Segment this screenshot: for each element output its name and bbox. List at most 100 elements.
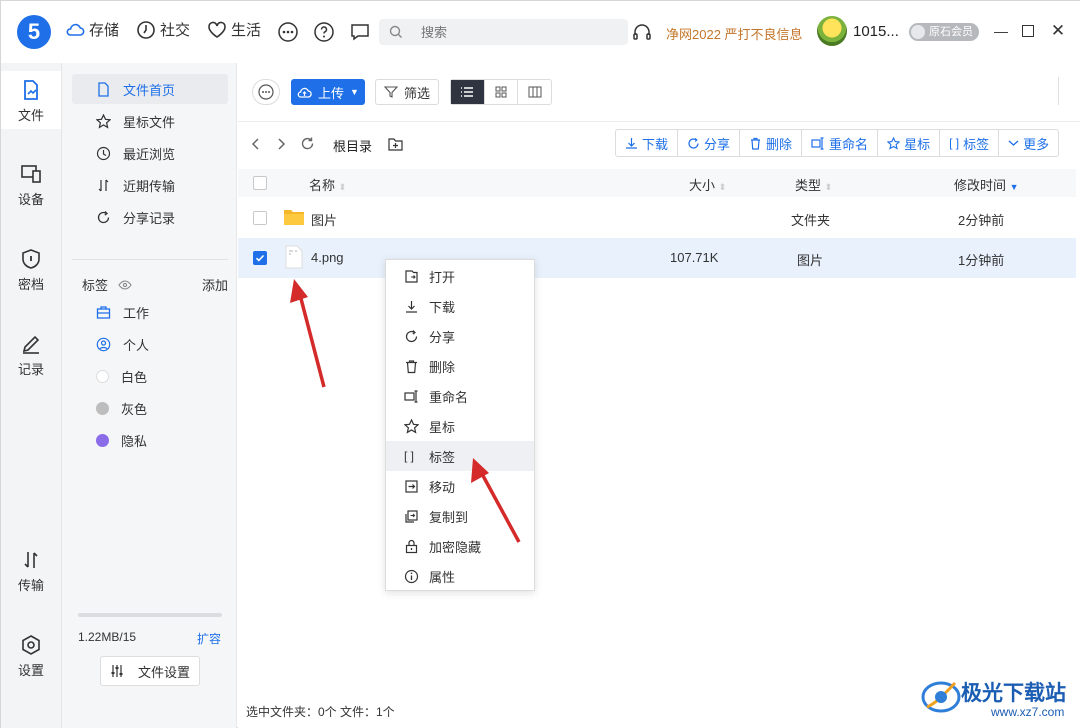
table-row[interactable]: 图片 文件夹 2分钟前: [238, 198, 1076, 238]
col-type[interactable]: 类型 ⬍: [795, 175, 832, 194]
sort-icon: ⬍: [338, 182, 347, 192]
menu-item-download[interactable]: 下载: [386, 291, 534, 321]
tag-label: 白色: [121, 369, 148, 385]
download-button[interactable]: 下载: [616, 130, 679, 156]
move-icon: [405, 479, 418, 493]
share-icon: [688, 137, 699, 149]
doc-icon: [98, 81, 109, 97]
avatar[interactable]: [817, 16, 847, 46]
nav-row: 根目录 下载 分享 删除 重命名 星标 [ ] 标签 更多: [238, 129, 1080, 159]
sort-desc-icon: ▼: [1009, 182, 1019, 192]
refresh-icon[interactable]: [300, 136, 315, 151]
storage-bar: [78, 613, 222, 617]
file-name[interactable]: 4.png: [311, 250, 344, 265]
file-settings-button[interactable]: 文件设置: [100, 656, 200, 686]
star-icon: [887, 136, 901, 150]
tag-button[interactable]: [ ] 标签: [940, 130, 1000, 156]
upload-button[interactable]: 上传 ▼: [291, 79, 365, 105]
rail-item-vault[interactable]: 密档: [1, 248, 61, 293]
file-name[interactable]: 图片: [311, 210, 337, 229]
sidebar-item-starred[interactable]: 星标文件: [72, 106, 228, 136]
sidebar-item-recent[interactable]: 最近浏览: [72, 138, 228, 168]
more-options-button[interactable]: [252, 79, 280, 105]
table-row[interactable]: 4.png 107.71K 图片 1分钟前: [238, 238, 1076, 278]
tag-label: 隐私: [121, 433, 148, 449]
search-input[interactable]: [421, 24, 601, 40]
row-checkbox[interactable]: [253, 211, 267, 225]
column-view-icon[interactable]: [518, 80, 551, 104]
copy-icon: [405, 509, 418, 523]
search-box[interactable]: [379, 19, 628, 45]
close-icon[interactable]: ✕: [1050, 22, 1066, 39]
menu-item-delete[interactable]: 删除: [386, 351, 534, 381]
back-icon[interactable]: [250, 137, 262, 151]
col-size[interactable]: 大小 ⬍: [689, 175, 726, 194]
new-folder-icon[interactable]: [388, 137, 403, 151]
rename-icon: [404, 389, 418, 403]
delete-button[interactable]: 删除: [740, 130, 803, 156]
action-label: 标签: [963, 136, 990, 152]
col-size-label: 大小: [689, 178, 716, 193]
select-all-checkbox[interactable]: [253, 176, 267, 190]
menu-item-properties[interactable]: 属性: [386, 561, 534, 591]
rail-item-notes[interactable]: 记录: [1, 333, 61, 378]
minimize-icon[interactable]: —: [993, 23, 1009, 39]
nav-social[interactable]: 社交: [136, 19, 190, 40]
menu-item-open[interactable]: 打开: [386, 261, 534, 291]
headset-icon[interactable]: [631, 21, 653, 43]
app-logo[interactable]: 5: [17, 15, 51, 49]
menu-item-label: 复制到: [429, 509, 469, 525]
menu-item-rename[interactable]: 重命名: [386, 381, 534, 411]
menu-item-label: 下载: [429, 299, 456, 315]
star-button[interactable]: 星标: [878, 130, 941, 156]
eye-icon[interactable]: [118, 279, 132, 290]
rail-item-settings[interactable]: 设置: [1, 634, 61, 679]
filter-label: 筛选: [403, 85, 430, 101]
tag-gray[interactable]: 灰色: [72, 393, 228, 423]
expand-storage-link[interactable]: 扩容: [197, 630, 221, 647]
list-view-icon[interactable]: [451, 80, 485, 104]
nav-storage[interactable]: 存储: [65, 19, 119, 40]
menu-item-star[interactable]: 星标: [386, 411, 534, 441]
file-modified: 2分钟前: [958, 213, 1005, 228]
sidebar-item-home[interactable]: 文件首页: [72, 74, 228, 104]
rail-label: 记录: [17, 362, 44, 377]
tag-work[interactable]: 工作: [72, 297, 228, 327]
help-icon[interactable]: [313, 21, 335, 43]
tag-personal[interactable]: 个人: [72, 329, 228, 359]
share-button[interactable]: 分享: [678, 130, 741, 156]
sort-icon: ⬍: [824, 182, 833, 192]
image-file-icon: [285, 245, 303, 269]
tags-add-button[interactable]: 添加: [202, 275, 228, 294]
check-icon: [255, 254, 265, 262]
upload-label: 上传: [318, 85, 345, 101]
grid-view-icon[interactable]: [485, 80, 519, 104]
filter-button[interactable]: 筛选: [375, 79, 439, 105]
sidebar-item-shares[interactable]: 分享记录: [72, 202, 228, 232]
tag-private[interactable]: 隐私: [72, 425, 228, 455]
promo-banner[interactable]: 净网2022 严打不良信息: [666, 24, 803, 43]
forward-icon[interactable]: [275, 137, 287, 151]
row-checkbox[interactable]: [253, 251, 267, 265]
nav-life[interactable]: 生活: [207, 19, 261, 40]
col-type-label: 类型: [795, 178, 822, 193]
tag-white[interactable]: 白色: [72, 361, 228, 391]
rail-item-files[interactable]: 文件: [1, 71, 61, 129]
more-button[interactable]: 更多: [999, 130, 1058, 156]
username[interactable]: 1015...: [853, 23, 899, 40]
more-icon[interactable]: [277, 21, 299, 43]
rail-item-devices[interactable]: 设备: [1, 163, 61, 208]
vip-badge[interactable]: 原石会员: [909, 23, 979, 41]
breadcrumb[interactable]: 根目录: [333, 136, 372, 155]
sidebar-item-transfers[interactable]: 近期传输: [72, 170, 228, 200]
message-icon[interactable]: [349, 21, 371, 43]
col-modified[interactable]: 修改时间 ▼: [954, 175, 1019, 194]
cloud-icon: [66, 23, 85, 36]
maximize-icon[interactable]: [1022, 25, 1034, 37]
rename-button[interactable]: 重命名: [802, 130, 879, 156]
search-icon: [389, 25, 402, 38]
tag-icon: [ ]: [949, 136, 960, 150]
rail-item-transfer[interactable]: 传输: [1, 549, 61, 594]
col-name[interactable]: 名称 ⬍: [309, 175, 346, 194]
menu-item-share[interactable]: 分享: [386, 321, 534, 351]
